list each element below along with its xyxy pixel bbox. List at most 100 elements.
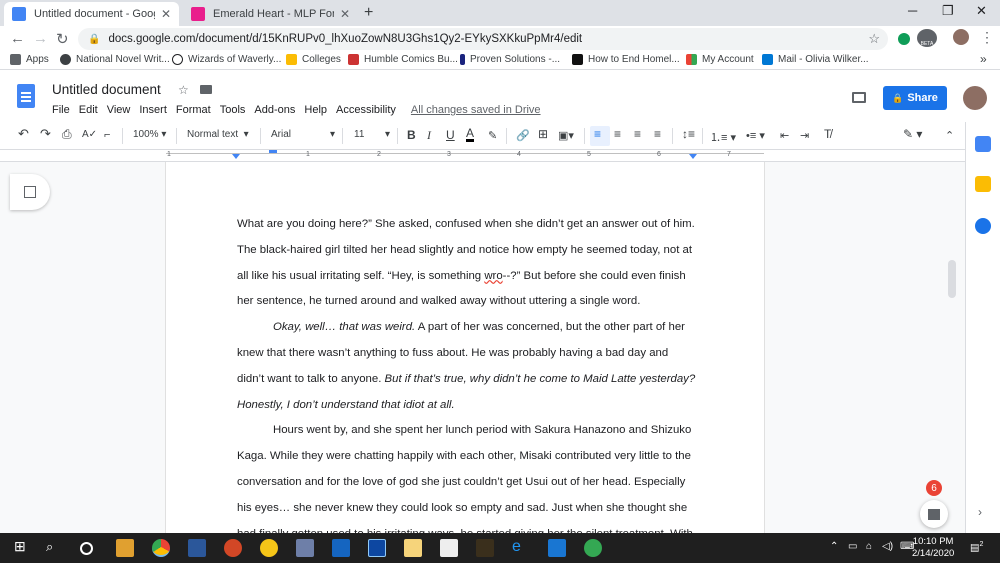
sticky-app-icon[interactable] [260,539,278,557]
paint-icon[interactable] [296,539,314,557]
menu-addons[interactable]: Add-ons [254,104,295,116]
more-bookmarks-icon[interactable]: » [980,52,987,66]
tab-google-doc[interactable]: Untitled document - Google Doc ✕ [4,2,179,26]
document-body[interactable]: What are you doing here?” She asked, con… [237,212,697,533]
tray-chevron-icon[interactable]: ⌃ [830,541,838,552]
ruler[interactable]: 1 1 2 3 4 5 6 7 [0,150,1000,162]
spellcheck-icon[interactable]: A✓ [82,129,97,140]
font-size-dropdown-icon[interactable]: ▾ [385,129,390,140]
bookmark-my-account[interactable]: My Account [686,54,754,65]
task-view-icon[interactable] [80,542,93,555]
decrease-indent-icon[interactable]: ⇤ [780,129,789,142]
paint-format-icon[interactable]: ⌐ [104,129,110,141]
document-title[interactable]: Untitled document [52,82,161,97]
close-icon[interactable]: ✕ [340,7,350,21]
menu-edit[interactable]: Edit [79,104,98,116]
maximize-icon[interactable]: ❐ [942,3,954,19]
menu-help[interactable]: Help [304,104,327,116]
text-color-icon[interactable]: A [466,127,475,142]
profile-avatar[interactable] [953,29,969,45]
powerpoint-icon[interactable] [224,539,242,557]
file-explorer-icon[interactable] [116,539,134,557]
document-paragraph[interactable]: Okay, well… that was weird. A part of he… [237,315,697,418]
account-avatar[interactable] [963,86,987,110]
increase-indent-icon[interactable]: ⇥ [800,129,809,142]
beta-extension-icon[interactable]: BETA [917,29,937,47]
align-center-icon[interactable]: ≡ [614,127,621,141]
app-icon[interactable] [332,539,350,557]
system-clock[interactable]: 10:10 PM 2/14/2020 [912,536,954,560]
tasks-icon[interactable] [975,218,991,234]
menu-view[interactable]: View [107,104,131,116]
close-window-icon[interactable]: ✕ [976,3,987,19]
document-paragraph[interactable]: What are you doing here?” She asked, con… [237,212,697,315]
print-icon[interactable]: ⎙ [62,127,72,142]
numbered-list-icon[interactable]: ⒈≡ ▾ [710,129,736,145]
chrome-menu-icon[interactable]: ⋮ [980,29,994,46]
clear-formatting-icon[interactable]: T̸ [824,127,831,141]
move-folder-icon[interactable] [200,85,213,94]
bookmark-wizards[interactable]: Wizards of Waverly... [172,54,281,65]
font-select[interactable]: Arial [271,129,291,140]
bookmark-star-icon[interactable]: ☆ [868,31,880,47]
minimize-icon[interactable]: ─ [908,3,917,18]
scrollbar-thumb[interactable] [948,260,956,298]
extension-icon[interactable] [898,33,910,45]
document-page[interactable]: What are you doing here?” She asked, con… [166,162,764,533]
calendar-icon[interactable] [975,136,991,152]
game-icon[interactable] [476,539,494,557]
windows-start-icon[interactable]: ⊞ [14,538,32,556]
star-icon[interactable]: ☆ [178,83,189,97]
hangouts-icon[interactable] [584,539,602,557]
keep-icon[interactable] [975,176,991,192]
bookmark-apps[interactable]: Apps [10,54,49,65]
menu-insert[interactable]: Insert [139,104,167,116]
vegas-icon[interactable] [368,539,386,557]
chrome-icon[interactable] [152,539,170,557]
align-justify-icon[interactable]: ≡ [654,127,661,141]
document-paragraph[interactable]: Hours went by, and she spent her lunch p… [237,418,697,533]
font-size-select[interactable]: 11 [354,129,364,140]
italic-icon[interactable]: I [427,128,431,143]
right-indent-marker[interactable] [689,154,697,159]
close-icon[interactable]: ✕ [161,7,171,21]
editing-mode-icon[interactable]: ✎ ▾ [903,127,922,141]
edge-icon[interactable]: e [512,538,530,556]
tab-mlp-forums[interactable]: Emerald Heart - MLP Forums ✕ [183,2,358,26]
menu-format[interactable]: Format [176,104,211,116]
bookmark-proven[interactable]: Proven Solutions -... [460,54,560,65]
bold-icon[interactable]: B [407,128,416,142]
bookmark-homelessness[interactable]: How to End Homel... [572,54,680,65]
bookmark-colleges[interactable]: Colleges [286,54,341,65]
zoom-select[interactable]: 100% ▾ [133,129,166,140]
app-icon[interactable] [548,539,566,557]
expand-panel-icon[interactable]: › [978,505,982,519]
bookmark-mail[interactable]: Mail - Olivia Wilker... [762,54,869,65]
undo-icon[interactable]: ↶ [18,126,29,142]
new-tab-button[interactable]: + [364,4,373,22]
collapse-menus-icon[interactable]: ⌃ [945,129,954,142]
battery-icon[interactable]: ▭ [848,541,857,552]
search-icon[interactable]: ⌕ [46,539,64,557]
address-bar[interactable]: 🔒 docs.google.com/document/d/15KnRUPv0_l… [78,28,888,50]
insert-image-icon[interactable]: ▣▾ [558,129,574,142]
link-icon[interactable]: 🔗 [516,129,530,142]
app-icon[interactable] [440,539,458,557]
reload-icon[interactable]: ↻ [56,30,69,48]
bookmark-humble[interactable]: Humble Comics Bu... [348,54,458,65]
network-icon[interactable]: ⌂ [866,541,872,552]
save-status[interactable]: All changes saved in Drive [411,104,541,116]
align-left-icon[interactable]: ≡ [594,127,601,141]
font-dropdown-icon[interactable]: ▾ [330,129,335,140]
menu-file[interactable]: File [52,104,70,116]
explore-button[interactable] [920,500,948,528]
back-icon[interactable]: ← [10,30,25,47]
word-icon[interactable] [188,539,206,557]
underline-icon[interactable]: U [446,128,455,142]
comment-history-icon[interactable] [852,92,866,103]
line-spacing-icon[interactable]: ↕≡ [682,127,695,141]
document-outline-button[interactable] [10,174,50,210]
highlight-icon[interactable]: ✎ [488,129,497,142]
align-right-icon[interactable]: ≡ [634,127,641,141]
first-line-indent-marker[interactable] [269,150,277,153]
